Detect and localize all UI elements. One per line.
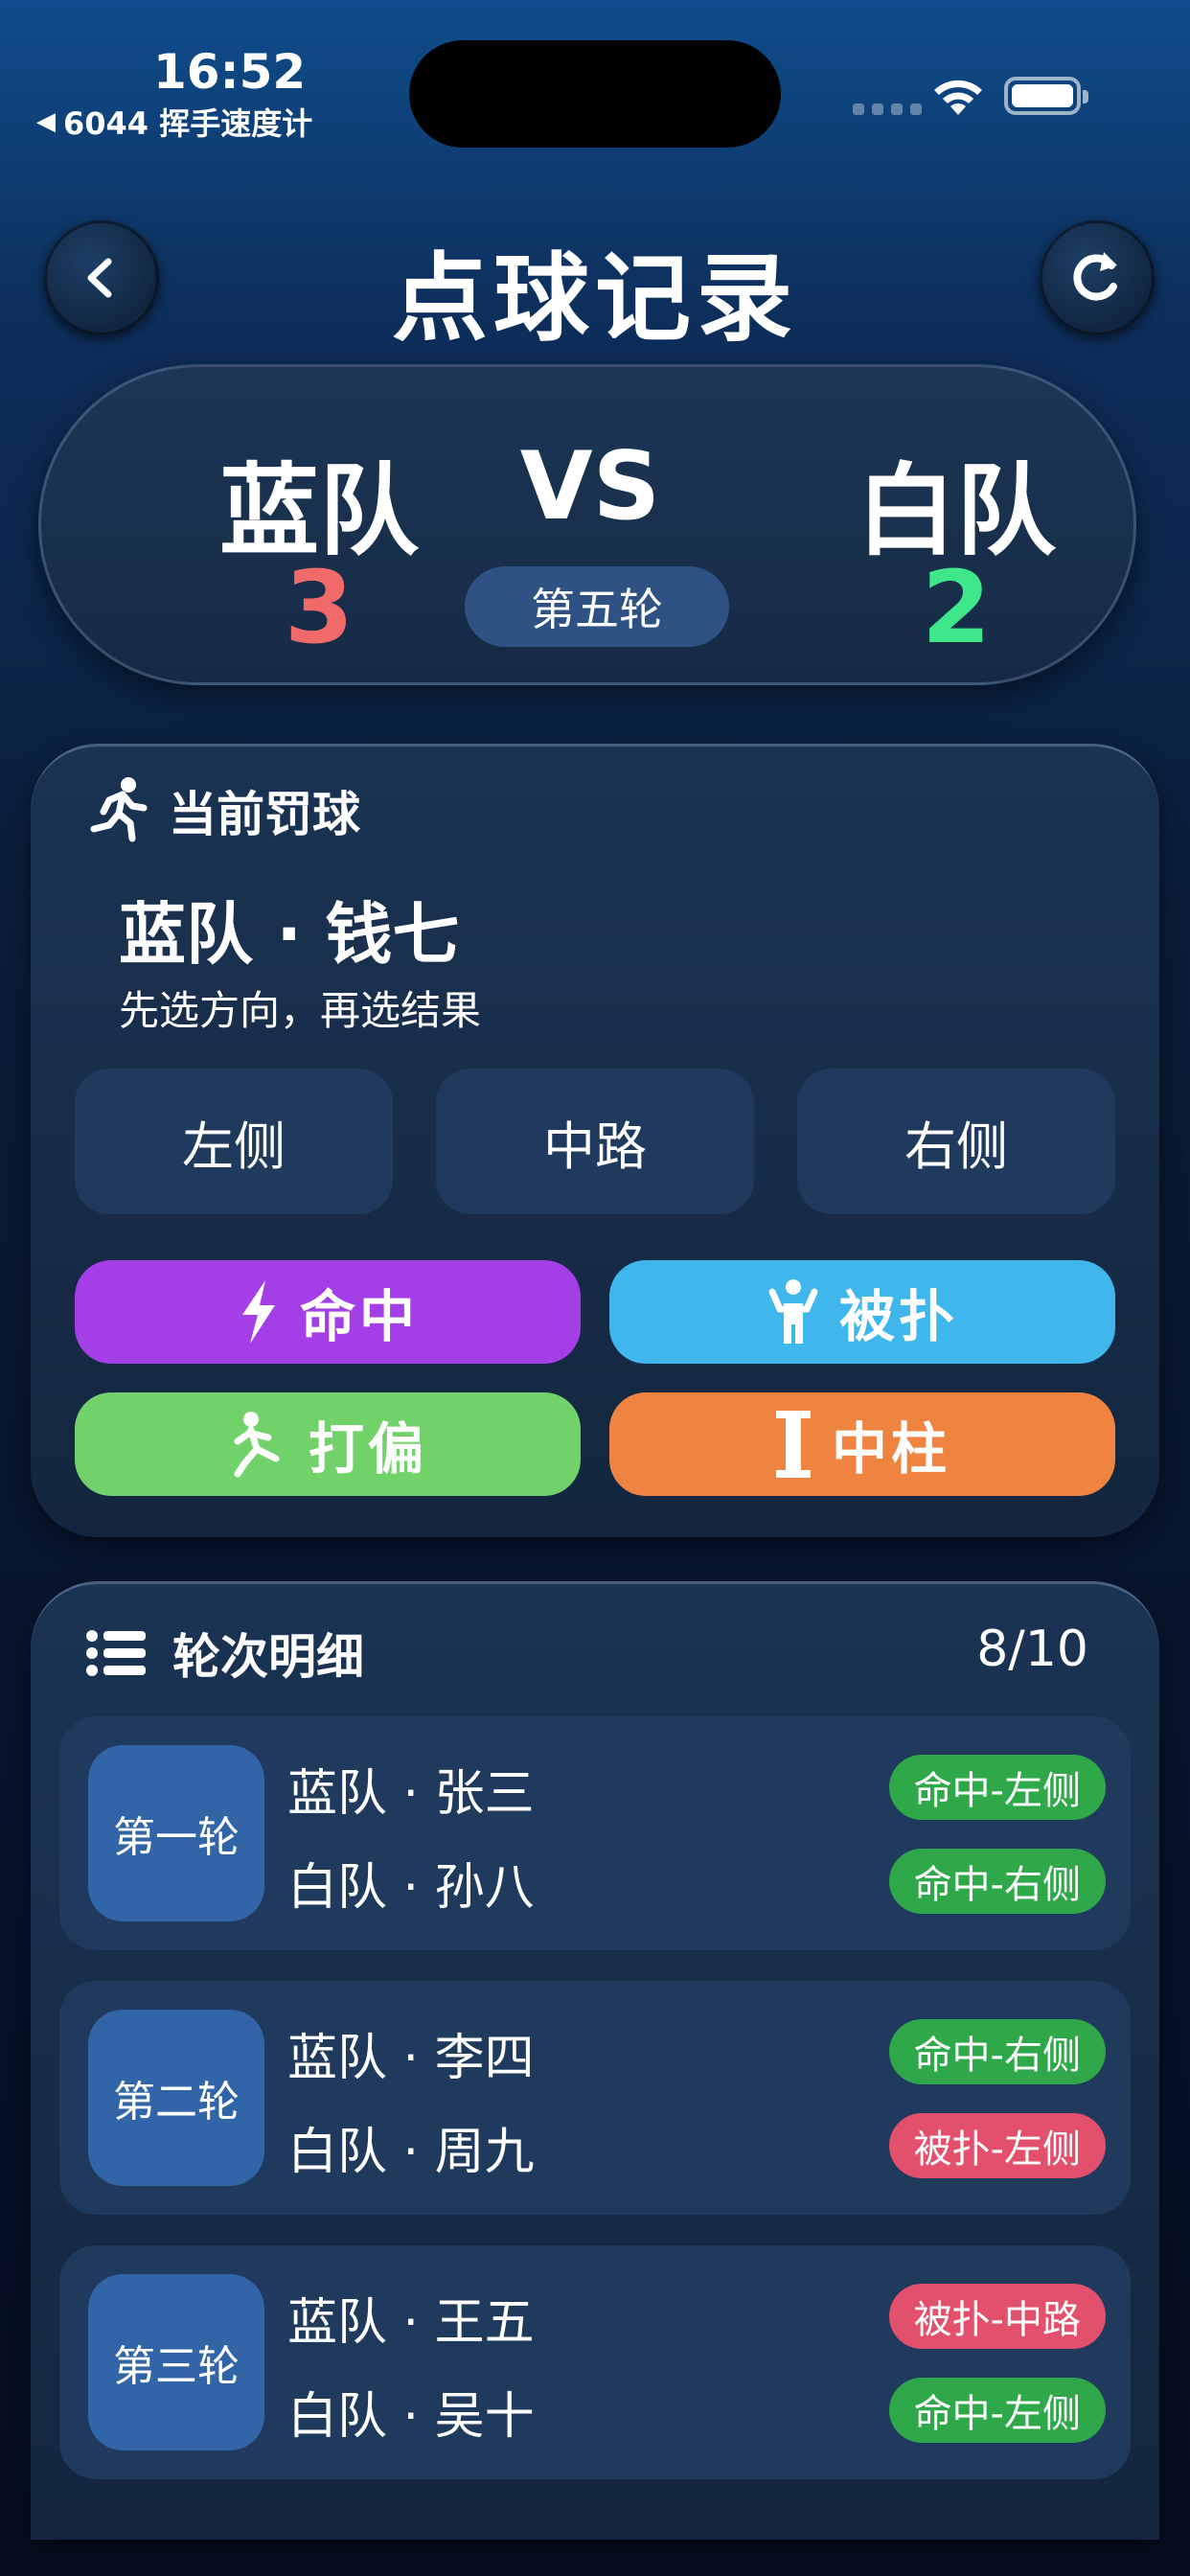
goalkeeper-icon [768,1279,818,1344]
team-b-player: 白队 · 吴十 [287,2388,535,2446]
page-title: 点球记录 [392,242,798,355]
battery-icon [1004,77,1088,115]
team-b-player: 白队 · 周九 [287,2124,535,2181]
refresh-icon [1073,252,1117,301]
team-a-score: 3 [284,549,355,666]
result-post-label: 中柱 [831,1416,950,1482]
direction-left-button[interactable]: 左侧 [75,1069,393,1214]
team-a-player: 蓝队 · 李四 [287,2030,535,2087]
rounds-section-header: 轮次明细 [86,1619,364,1688]
current-round-badge: 第五轮 [465,566,729,647]
result-tag: 命中-左侧 [888,2378,1106,2443]
back-triangle-icon: ◀ [36,107,56,136]
result-post-button[interactable]: 中柱 [609,1392,1115,1496]
round-row: 第一轮 蓝队 · 张三 命中-左侧 白队 · 孙八 命中-右侧 [59,1716,1131,1950]
round-row: 第二轮 蓝队 · 李四 命中-右侧 白队 · 周九 被扑-左侧 [59,1981,1131,2215]
result-tag: 命中-左侧 [888,1755,1106,1820]
round-row: 第三轮 蓝队 · 王五 被扑-中路 白队 · 吴十 命中-左侧 [59,2245,1131,2479]
team-b-score: 2 [921,549,992,666]
rounds-detail-panel: 轮次明细 8/10 第一轮 蓝队 · 张三 命中-左侧 白队 · 孙八 命中-右… [31,1581,1159,2540]
status-time: 16:52 [153,44,307,100]
penalty-section-title: 当前罚球 [169,787,360,842]
result-saved-label: 被扑 [838,1284,958,1349]
team-a-player: 蓝队 · 张三 [287,1765,535,1823]
reset-button[interactable] [1040,220,1155,335]
round-label: 第三轮 [88,2274,264,2450]
back-app-label: 6044 挥手速度计 [63,105,313,142]
status-bar: 16:52 ◀ 6044 挥手速度计 [0,0,1190,148]
result-hit-label: 命中 [299,1284,419,1349]
wifi-icon [934,80,982,115]
result-hit-button[interactable]: 命中 [75,1260,581,1364]
team-a-player: 蓝队 · 王五 [287,2294,535,2352]
instruction-hint: 先选方向，再选结果 [119,987,482,1034]
list-icon [86,1630,146,1676]
vs-label: VS [519,432,661,541]
rounds-count: 8/10 [976,1621,1088,1678]
result-tag: 命中-右侧 [888,1849,1106,1914]
penalty-section-header: 当前罚球 [86,775,360,846]
direction-center-button[interactable]: 中路 [436,1069,754,1214]
rounds-section-title: 轮次明细 [172,1629,364,1685]
score-card: 蓝队 VS 白队 3 第五轮 2 [38,364,1136,685]
current-penalty-panel: 当前罚球 蓝队 · 钱七 先选方向，再选结果 左侧 中路 右侧 命中 被扑 打偏 [31,744,1159,1537]
team-b-player: 白队 · 孙八 [287,1859,535,1917]
current-shooter: 蓝队 · 钱七 [119,895,460,974]
result-tag: 命中-右侧 [888,2019,1106,2084]
direction-right-button[interactable]: 右侧 [797,1069,1115,1214]
result-tag: 被扑-中路 [888,2284,1106,2349]
result-tag: 被扑-左侧 [888,2113,1106,2178]
runner-icon [90,777,148,842]
lightning-icon [241,1280,275,1344]
dynamic-island [409,40,781,148]
result-miss-label: 打偏 [308,1416,427,1482]
pillar-icon [775,1411,811,1478]
result-saved-button[interactable]: 被扑 [609,1260,1115,1364]
cellular-signal-icon [853,104,922,115]
back-to-app-link[interactable]: ◀ 6044 挥手速度计 [36,100,312,144]
round-label: 第一轮 [88,1745,264,1921]
result-miss-button[interactable]: 打偏 [75,1392,581,1496]
round-label: 第二轮 [88,2010,264,2186]
kick-icon [234,1412,280,1478]
